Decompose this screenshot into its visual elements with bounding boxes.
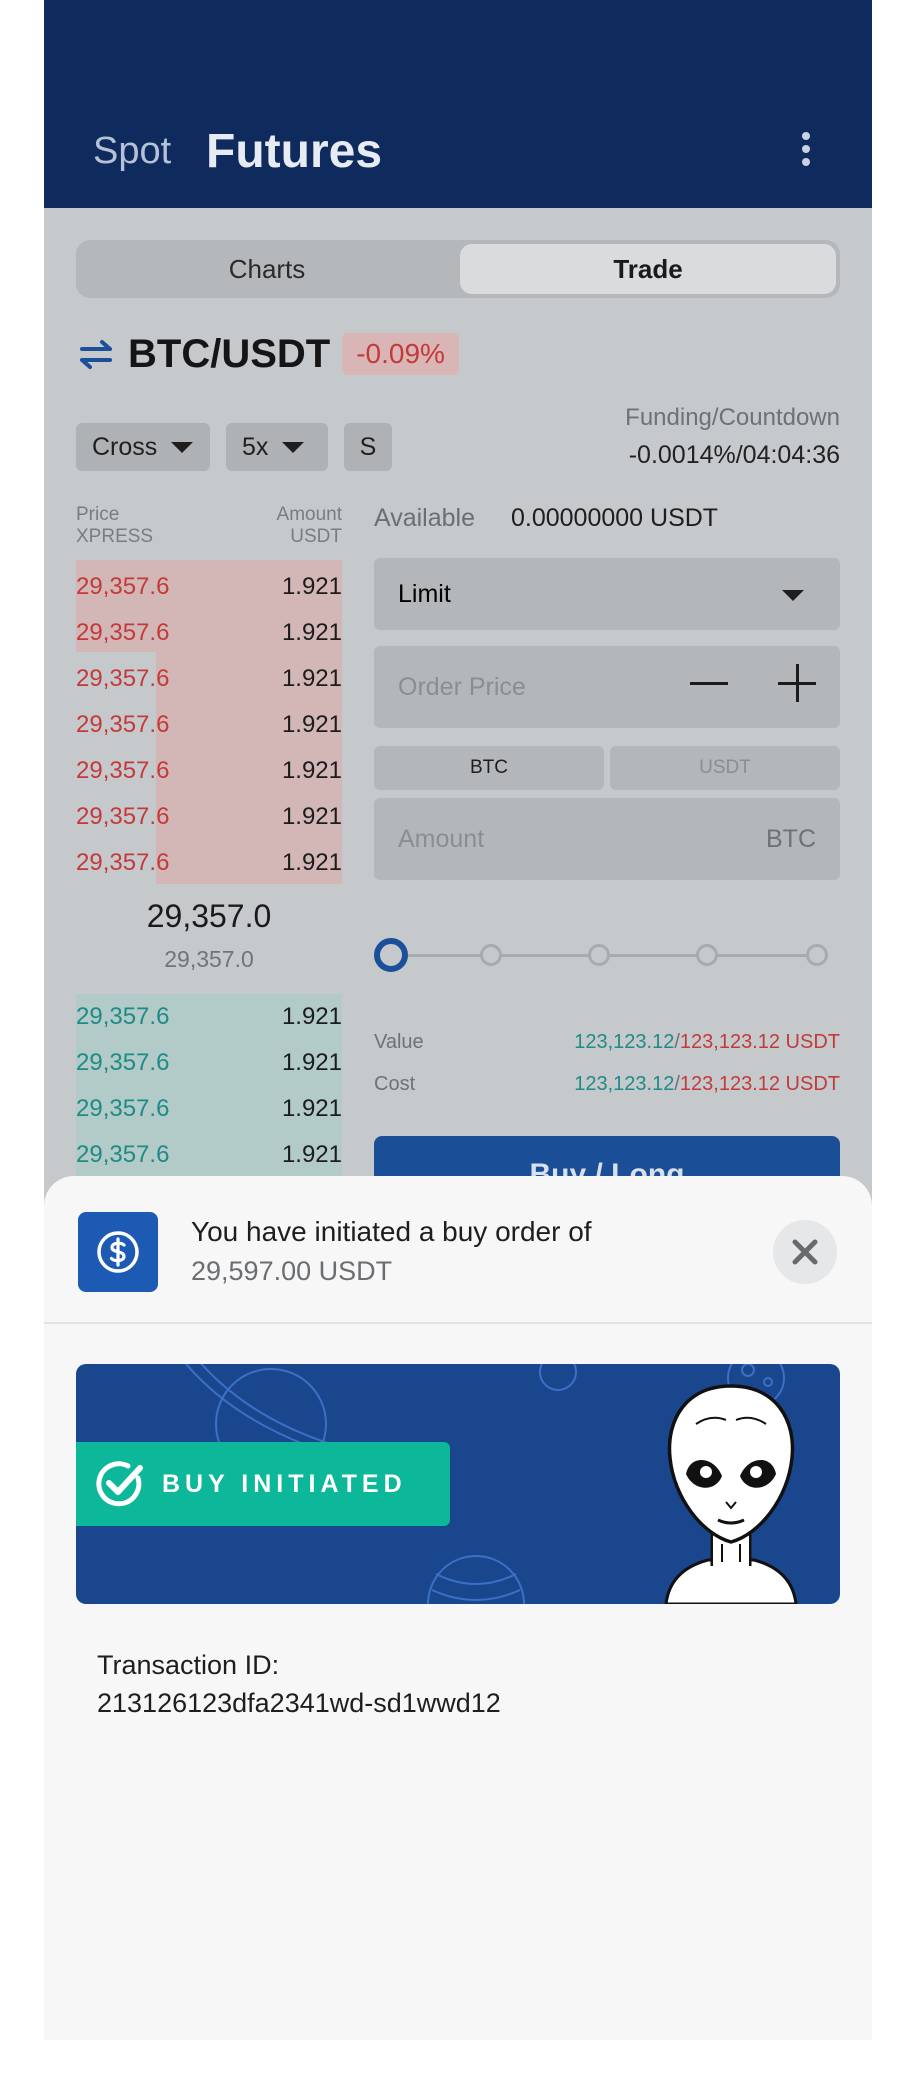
available-label: Available (374, 504, 476, 532)
cost-amounts: 123,123.12/123,123.12 USDT (574, 1073, 840, 1095)
margin-mode-label: Cross (92, 432, 158, 461)
view-toggle: Charts Trade (76, 240, 840, 298)
chevron-down-icon (171, 441, 194, 453)
tab-spot[interactable]: Spot (93, 130, 171, 173)
tab-charts[interactable]: Charts (76, 240, 458, 298)
check-circle-icon (96, 1461, 143, 1507)
sheet-title: You have initiated a buy order of (191, 1216, 592, 1247)
price-stepper (690, 664, 816, 702)
ask-row[interactable]: 29,357.6 1.921 (76, 610, 342, 656)
orderbook-amount-header: Amount USDT (276, 504, 342, 547)
sheet-header: You have initiated a buy order of 29,597… (44, 1176, 872, 1324)
ask-list: 29,357.6 1.921 29,357.6 1.921 29,357.6 1.92… (76, 564, 342, 886)
dollar-circle-icon (78, 1212, 158, 1292)
order-confirmation-sheet: You have initiated a buy order of 29,597… (44, 1176, 872, 2040)
margin-mode-select[interactable]: Cross (76, 423, 210, 471)
chevron-down-icon (782, 590, 804, 601)
amount-unit: BTC (766, 824, 816, 853)
pair-symbol[interactable]: BTC/USDT (128, 332, 330, 377)
value-amounts: 123,123.12/123,123.12 USDT (574, 1031, 840, 1053)
bid-row[interactable]: 29,357.6 1.921 (76, 994, 342, 1040)
transaction-id-value[interactable]: 213126123dfa2341wd-sd1wwd12 (97, 1688, 501, 1719)
more-vertical-icon[interactable] (796, 132, 816, 172)
tab-futures[interactable]: Futures (206, 124, 382, 179)
ask-row[interactable]: 29,357.6 1.921 (76, 748, 342, 794)
buy-initiated-banner: BUY INITIATED (76, 1364, 840, 1604)
ask-row[interactable]: 29,357.6 1.921 (76, 656, 342, 702)
funding-label: Funding/Countdown (625, 404, 840, 431)
swap-arrows-icon[interactable] (76, 334, 116, 374)
bid-row[interactable]: 29,357.6 1.921 (76, 1132, 342, 1178)
ask-row[interactable]: 29,357.6 1.921 (76, 840, 342, 886)
value-label: Value (374, 1031, 424, 1053)
amount-input[interactable]: Amount BTC (374, 798, 840, 880)
slider-step-100[interactable] (806, 944, 828, 966)
amount-slider-handle[interactable] (374, 938, 408, 972)
extra-button[interactable]: S (344, 423, 392, 471)
ask-row[interactable]: 29,357.6 1.921 (76, 564, 342, 610)
chevron-down-icon (282, 441, 305, 453)
bid-row[interactable]: 29,357.6 1.921 (76, 1086, 342, 1132)
banner-label: BUY INITIATED (76, 1442, 450, 1526)
top-header: Spot Futures (44, 0, 872, 208)
leverage-select[interactable]: 5x (226, 423, 328, 471)
sheet-amount: 29,597.00 USDT (191, 1256, 393, 1286)
order-price-placeholder: Order Price (398, 672, 526, 701)
transaction-id-label: Transaction ID: (97, 1650, 280, 1680)
close-icon[interactable] (773, 1220, 837, 1284)
mid-price-sub: 29,357.0 (164, 946, 254, 972)
bid-list: 29,357.6 1.921 29,357.6 1.921 29,357.6 1.92… (76, 994, 342, 1178)
amount-placeholder: Amount (398, 824, 485, 853)
plus-icon[interactable] (778, 664, 816, 702)
order-type-select[interactable]: Limit (374, 558, 840, 630)
minus-icon[interactable] (690, 664, 728, 702)
slider-step-25[interactable] (480, 944, 502, 966)
change-badge: -0.09% (342, 333, 459, 375)
funding-value: -0.0014%/04:04:36 (628, 441, 840, 469)
unit-btc-button[interactable]: BTC (374, 746, 604, 790)
order-type-label: Limit (398, 579, 451, 608)
mid-price: 29,357.0 (146, 898, 272, 934)
alien-illustration (664, 1384, 798, 1604)
slider-step-75[interactable] (696, 944, 718, 966)
app-screen: Spot Futures Charts Trade BTC/USDT -0.09… (44, 0, 872, 2040)
banner-text: BUY INITIATED (162, 1469, 407, 1498)
cost-label: Cost (374, 1073, 416, 1095)
pair-header: BTC/USDT -0.09% (76, 326, 459, 382)
order-price-input[interactable]: Order Price (374, 646, 840, 728)
slider-step-50[interactable] (588, 944, 610, 966)
extra-label: S (359, 432, 377, 461)
available-value: 0.00000000 USDT (511, 504, 719, 532)
ask-row[interactable]: 29,357.6 1.921 (76, 702, 342, 748)
ask-row[interactable]: 29,357.6 1.921 (76, 794, 342, 840)
tab-trade[interactable]: Trade (460, 244, 836, 294)
unit-usdt-button[interactable]: USDT (610, 746, 840, 790)
leverage-label: 5x (242, 432, 269, 461)
bid-row[interactable]: 29,357.6 1.921 (76, 1040, 342, 1086)
